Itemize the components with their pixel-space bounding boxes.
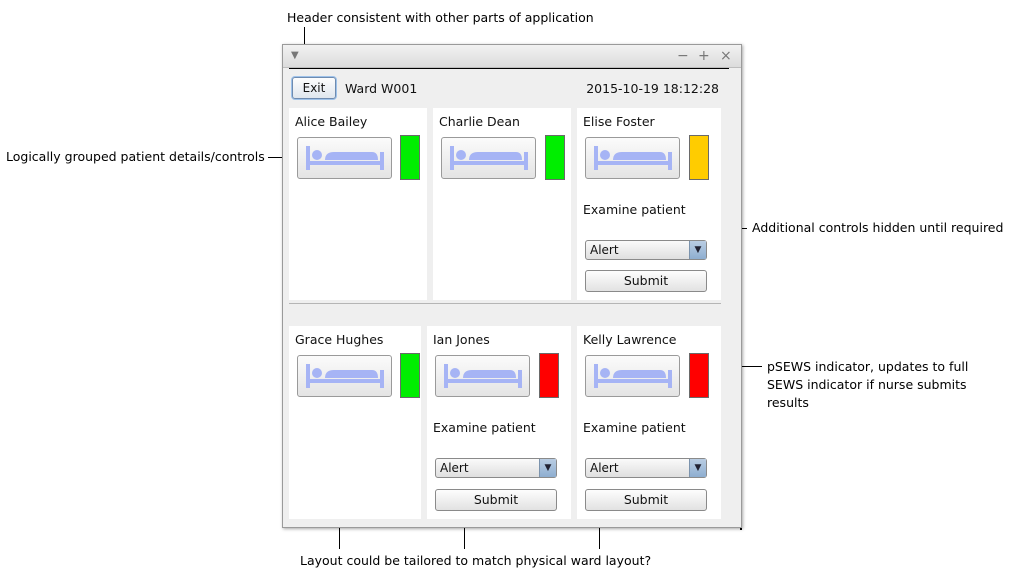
stray-dot [740, 528, 742, 530]
pews-indicator [689, 353, 709, 398]
pews-indicator [400, 135, 420, 180]
ward-window: ▼ − + × Exit Ward W001 2015-10-19 18:12:… [282, 44, 742, 528]
patient-panel-ian-jones: Ian Jones Examine patient Alert ▼ Submit [427, 326, 571, 519]
dropdown-arrow-icon[interactable]: ▼ [689, 459, 706, 477]
examine-label: Examine patient [433, 420, 536, 435]
minimize-button[interactable]: − [677, 48, 689, 64]
hidden-controls-annotation: Additional controls hidden until require… [752, 220, 1004, 235]
bed-icon [444, 364, 522, 388]
bed-icon [450, 146, 528, 170]
submit-button[interactable]: Submit [585, 270, 707, 292]
bed-button[interactable] [297, 355, 392, 397]
pews-indicator [539, 353, 559, 398]
header-rule [289, 68, 729, 69]
patient-panel-kelly-lawrence: Kelly Lawrence Examine patient Alert ▼ Su… [577, 326, 721, 519]
assessment-select[interactable]: Alert ▼ [585, 458, 707, 478]
grouped-annotation: Logically grouped patient details/contro… [6, 149, 265, 164]
patient-name: Grace Hughes [295, 332, 384, 347]
assessment-select-value: Alert [590, 461, 619, 475]
bed-button[interactable] [585, 355, 680, 397]
patient-name: Elise Foster [583, 114, 655, 129]
window-menu-icon[interactable]: ▼ [291, 48, 299, 64]
dropdown-arrow-icon[interactable]: ▼ [689, 241, 706, 259]
assessment-select-value: Alert [440, 461, 469, 475]
submit-button[interactable]: Submit [585, 489, 707, 511]
patient-name: Ian Jones [433, 332, 490, 347]
close-button[interactable]: × [720, 48, 732, 64]
bed-button[interactable] [585, 137, 680, 179]
assessment-select[interactable]: Alert ▼ [585, 240, 707, 260]
datetime-label: 2015-10-19 18:12:28 [586, 81, 719, 96]
dropdown-arrow-icon[interactable]: ▼ [539, 459, 556, 477]
ward-label: Ward W001 [345, 81, 418, 96]
psews-annotation: pSEWS indicator, updates to full SEWS in… [767, 359, 969, 410]
assessment-select-value: Alert [590, 243, 619, 257]
patient-name: Alice Bailey [295, 114, 368, 129]
submit-button[interactable]: Submit [435, 489, 557, 511]
row-separator [289, 303, 721, 304]
patient-panel-charlie-dean: Charlie Dean [433, 108, 571, 300]
patient-name: Kelly Lawrence [583, 332, 677, 347]
pews-indicator [545, 135, 565, 180]
pews-indicator [689, 135, 709, 180]
patient-panel-grace-hughes: Grace Hughes [289, 326, 421, 519]
bed-icon [306, 364, 384, 388]
header-annotation: Header consistent with other parts of ap… [287, 10, 594, 25]
maximize-button[interactable]: + [698, 48, 710, 64]
assessment-select[interactable]: Alert ▼ [435, 458, 557, 478]
examine-label: Examine patient [583, 202, 686, 217]
pews-indicator [400, 353, 420, 398]
patient-panel-elise-foster: Elise Foster Examine patient Alert ▼ Subm… [577, 108, 721, 300]
bed-button[interactable] [435, 355, 530, 397]
patient-name: Charlie Dean [439, 114, 520, 129]
examine-label: Examine patient [583, 420, 686, 435]
bed-icon [594, 364, 672, 388]
layout-annotation: Layout could be tailored to match physic… [300, 553, 652, 568]
exit-button[interactable]: Exit [292, 77, 336, 99]
title-bar[interactable]: ▼ − + × [283, 45, 741, 68]
bed-button[interactable] [297, 137, 392, 179]
bed-icon [594, 146, 672, 170]
patient-panel-alice-bailey: Alice Bailey [289, 108, 427, 300]
bed-icon [306, 146, 384, 170]
bed-button[interactable] [441, 137, 536, 179]
